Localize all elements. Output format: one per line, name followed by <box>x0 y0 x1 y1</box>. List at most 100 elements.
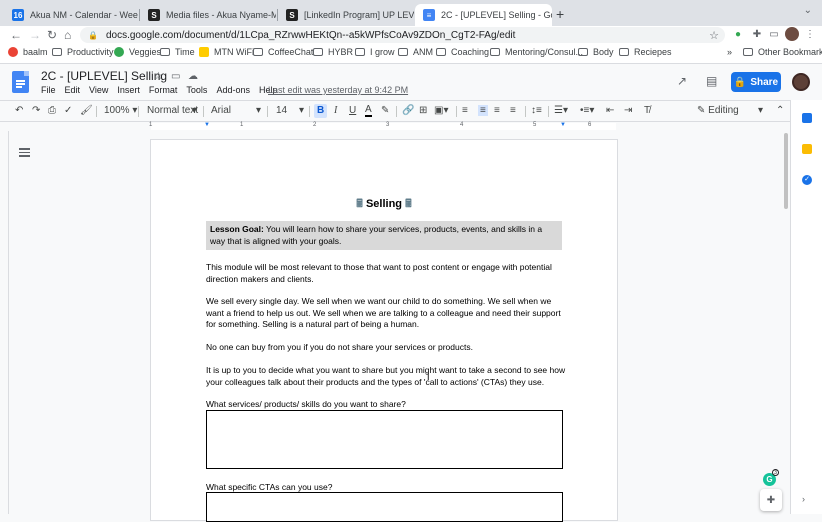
font-select[interactable]: Arial <box>211 105 231 116</box>
menu-edit[interactable]: Edit <box>65 85 81 95</box>
bulleted-list-icon[interactable]: •≡▾ <box>580 105 594 116</box>
bookmark-other[interactable]: Other Bookmarks <box>743 47 822 57</box>
link-icon[interactable]: 🔗 <box>402 105 414 116</box>
tab-media-files[interactable]: S Media files - Akua Nyame-Men... ✕ <box>140 4 276 26</box>
puzzle-icon[interactable]: ✚ <box>750 27 764 41</box>
move-folder-icon[interactable]: ▭ <box>171 71 180 82</box>
ruler-number: 4 <box>460 122 464 128</box>
bookmark-body[interactable]: Body <box>578 47 614 57</box>
forward-icon[interactable]: → <box>29 28 41 42</box>
cast-icon[interactable]: ▭ <box>767 27 781 41</box>
bookmark-star-icon[interactable]: ☆ <box>709 29 719 42</box>
answer-box[interactable] <box>206 410 563 469</box>
checklist-icon[interactable]: ☰▾ <box>554 105 568 116</box>
chevron-down-icon[interactable]: ▾ <box>256 105 261 116</box>
scrollbar-thumb[interactable] <box>784 133 788 209</box>
comments-icon[interactable]: ▤ <box>706 74 717 88</box>
paint-format-icon[interactable]: 🖌 <box>80 105 93 116</box>
tab-calendar[interactable]: 16 Akua NM - Calendar - Week of... ✕ <box>4 4 138 26</box>
increase-indent-icon[interactable]: ⇥ <box>624 105 632 116</box>
back-icon[interactable]: ← <box>10 28 22 42</box>
menu-tools[interactable]: Tools <box>186 85 207 95</box>
chevron-down-icon[interactable]: ▾ <box>758 105 763 116</box>
docs-icon: ≡ <box>423 9 435 21</box>
tab-search-icon[interactable]: ⌄ <box>804 5 812 16</box>
ruler-number: 2 <box>313 122 317 128</box>
new-tab-button[interactable]: + <box>556 6 564 22</box>
star-icon[interactable]: ☆ <box>154 71 163 82</box>
mouse-cursor-icon: I <box>427 372 430 382</box>
tab-linkedin-program[interactable]: S [LinkedIn Program] UP LEVEL S... ✕ <box>278 4 414 26</box>
italic-button[interactable]: I <box>334 105 337 116</box>
bookmark-baalm[interactable]: baalm <box>8 47 48 57</box>
bookmarks-overflow[interactable]: » <box>727 47 732 57</box>
url-field[interactable]: 🔒 docs.google.com/document/d/1LCpa_RZrww… <box>80 27 725 43</box>
bookmark-coaching[interactable]: Coaching <box>436 47 489 57</box>
bookmark-coffeechat[interactable]: CoffeeChat <box>253 47 313 57</box>
docs-logo-icon[interactable] <box>12 71 29 93</box>
reload-icon[interactable]: ↻ <box>47 28 57 42</box>
right-indent-marker-icon[interactable]: ▼ <box>560 122 566 128</box>
tab-selling-doc[interactable]: ≡ 2C - [UPLEVEL] Selling - Goog... ✕ <box>415 4 552 26</box>
print-icon[interactable]: ⎙ <box>48 105 56 116</box>
menu-file[interactable]: File <box>41 85 56 95</box>
avatar[interactable] <box>792 73 810 91</box>
undo-icon[interactable]: ↶ <box>15 105 23 116</box>
font-size-select[interactable]: 14 <box>276 105 287 116</box>
underline-button[interactable]: U <box>349 105 356 116</box>
keep-icon[interactable] <box>802 144 812 154</box>
bookmark-reciepes[interactable]: Reciepes <box>619 47 672 57</box>
clear-formatting-icon[interactable]: T̸ <box>644 105 650 116</box>
redo-icon[interactable]: ↷ <box>32 105 40 116</box>
align-left-icon[interactable]: ≡ <box>462 105 468 116</box>
align-right-icon[interactable]: ≡ <box>494 105 500 116</box>
bookmark-anm[interactable]: ANM <box>398 47 433 57</box>
document-outline-icon[interactable] <box>19 148 30 158</box>
highlight-pen-icon[interactable]: ✎ <box>381 105 389 116</box>
answer-box[interactable] <box>206 492 563 522</box>
more-menu-icon[interactable]: ⋮ <box>803 27 817 41</box>
bookmark-time[interactable]: Time <box>160 47 195 57</box>
bookmark-i-grow[interactable]: I grow <box>355 47 395 57</box>
bookmark-veggies[interactable]: Veggies <box>114 47 161 57</box>
share-button[interactable]: 🔒 Share <box>731 72 781 92</box>
home-icon[interactable]: ⌂ <box>64 28 71 42</box>
profile-avatar[interactable] <box>785 27 799 41</box>
chevron-down-icon[interactable]: ▾ <box>299 105 304 116</box>
decrease-indent-icon[interactable]: ⇤ <box>606 105 614 116</box>
chevron-right-icon[interactable]: › <box>802 494 812 504</box>
style-select[interactable]: Normal text <box>147 105 198 116</box>
insert-image-icon[interactable]: ▣▾ <box>434 105 448 116</box>
align-justify-icon[interactable]: ≡ <box>510 105 516 116</box>
tasks-icon[interactable]: ✓ <box>802 175 812 185</box>
extension-icon[interactable]: ● <box>731 27 745 41</box>
menu-addons[interactable]: Add-ons <box>216 85 250 95</box>
horizontal-ruler: 1 ▼ 1 2 3 4 5 ▼ 6 <box>0 122 790 131</box>
align-center-icon[interactable]: ≡ <box>478 105 488 116</box>
bold-button[interactable]: B <box>317 105 324 116</box>
toolbar-divider <box>548 106 549 117</box>
line-spacing-icon[interactable]: ↕≡ <box>531 105 542 116</box>
document-title[interactable]: 2C - [UPLEVEL] Selling <box>41 69 167 83</box>
calendar-icon[interactable] <box>802 113 812 123</box>
bookmark-label: Other Bookmarks <box>758 47 822 57</box>
collapse-menu-icon[interactable]: ⌃ <box>776 105 784 116</box>
zoom-select[interactable]: 100% ▾ <box>104 105 137 116</box>
activity-trend-icon[interactable]: ↗ <box>677 74 687 88</box>
explore-button[interactable]: ✚ <box>760 489 782 511</box>
text-color-button[interactable]: A <box>365 105 372 117</box>
add-comment-icon[interactable]: ⊞ <box>419 105 427 116</box>
editing-mode-select[interactable]: ✎ Editing <box>697 105 739 116</box>
bookmark-mtn-wifi[interactable]: MTN WiFi <box>199 47 254 57</box>
menu-view[interactable]: View <box>89 85 108 95</box>
menu-format[interactable]: Format <box>149 85 178 95</box>
indent-marker-icon[interactable]: ▼ <box>204 122 210 128</box>
bookmark-productivity[interactable]: Productivity <box>52 47 114 57</box>
chevron-down-icon[interactable]: ▾ <box>192 105 197 116</box>
mtn-icon <box>199 47 209 57</box>
last-edit-link[interactable]: Last edit was yesterday at 9:42 PM <box>268 85 408 95</box>
menu-insert[interactable]: Insert <box>117 85 140 95</box>
bookmark-mentoring[interactable]: Mentoring/Consul... <box>490 47 583 57</box>
spellcheck-icon[interactable]: ✓ <box>64 105 72 116</box>
bookmark-hybr[interactable]: HYBR <box>313 47 353 57</box>
